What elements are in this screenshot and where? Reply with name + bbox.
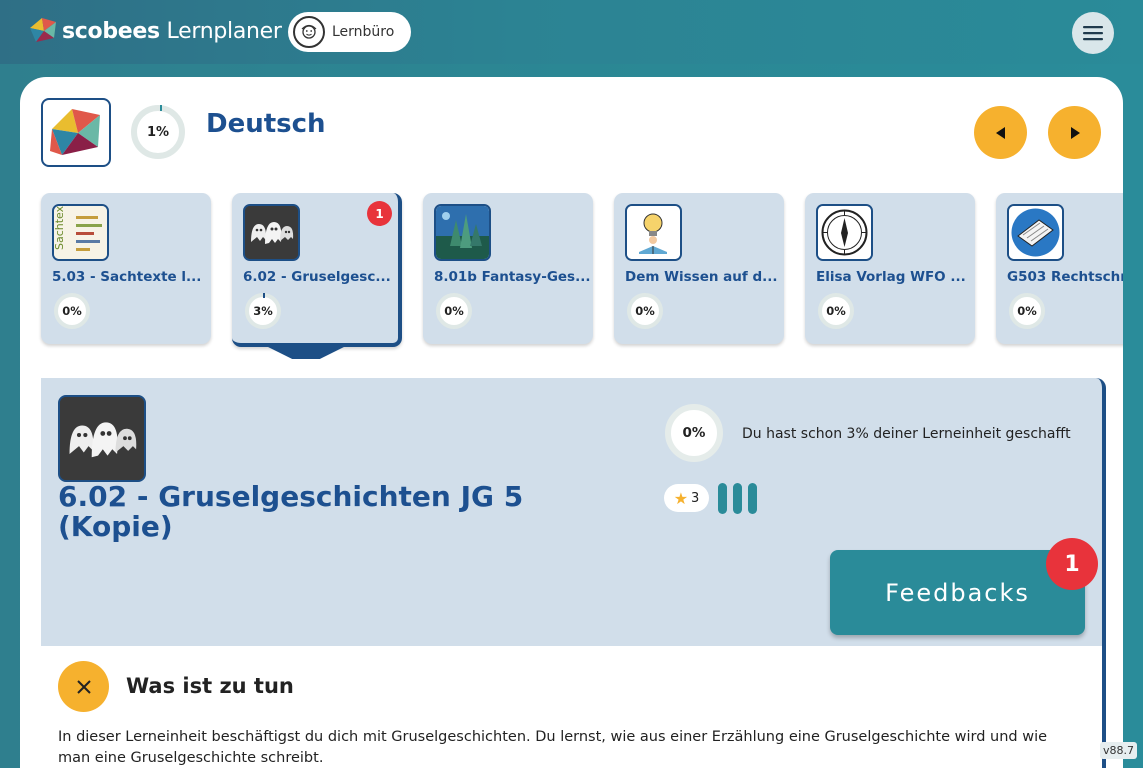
- ghosts-image: [58, 395, 146, 482]
- unit-card-active[interactable]: 1 6.02 - Gruselgesc... 3%: [232, 193, 402, 347]
- collapse-button[interactable]: [58, 661, 109, 712]
- subject-icon: [41, 98, 111, 167]
- lernbuero-button[interactable]: Lernbüro: [288, 12, 411, 52]
- stars-badge: ★ 3: [664, 484, 709, 512]
- star-icon: ★: [673, 488, 689, 508]
- unit-progress-ring: 0%: [1009, 293, 1045, 329]
- level-bar: [748, 483, 757, 514]
- arrow-right-icon: [1070, 126, 1080, 139]
- unit-title: Elisa Vorlag WFO ...: [816, 269, 966, 285]
- keyboard-thumbnail: [1007, 204, 1064, 261]
- unit-detail-panel: 6.02 - Gruselgeschichten JG 5 (Kopie) 0%…: [41, 378, 1106, 646]
- unit-card[interactable]: 8.01b Fantasy-Ges... 0%: [423, 193, 593, 344]
- lernbuero-label: Lernbüro: [332, 24, 395, 40]
- brand-name: scobees Lernplaner: [62, 18, 282, 44]
- unit-progress-ring: 0%: [54, 293, 90, 329]
- unit-title: Dem Wissen auf d...: [625, 269, 778, 285]
- top-bar: scobees Lernplaner Lernbüro: [0, 0, 1143, 64]
- reader-lightbulb-thumbnail: [625, 204, 682, 261]
- unit-title: 6.02 - Gruselgesc...: [243, 269, 391, 285]
- main-card: 1% Deutsch Sachtexte 5.03 - Sachtexte l.…: [20, 77, 1123, 768]
- unit-title-heading: 6.02 - Gruselgeschichten JG 5 (Kopie): [58, 480, 524, 543]
- subject-title: Deutsch: [206, 109, 326, 139]
- previous-button[interactable]: [974, 106, 1027, 159]
- sachtexte-thumbnail: Sachtexte: [52, 204, 109, 261]
- notification-badge: 1: [367, 201, 392, 226]
- progress-text: Du hast schon 3% deiner Lerneinheit gesc…: [742, 426, 1071, 442]
- unit-progress-ring: 0%: [665, 404, 723, 462]
- unit-card[interactable]: Dem Wissen auf d... 0%: [614, 193, 784, 344]
- app-logo[interactable]: scobees Lernplaner: [28, 16, 282, 46]
- unit-title: G503 Rechtschr: [1007, 269, 1123, 285]
- svg-text:Sachtexte: Sachtexte: [54, 206, 66, 250]
- unit-progress-ring: 0%: [436, 293, 472, 329]
- subject-mosaic-icon: [50, 108, 100, 155]
- ghosts-thumbnail: [243, 204, 300, 261]
- task-section: Was ist zu tun In dieser Lerneinheit bes…: [41, 646, 1106, 768]
- hamburger-menu-button[interactable]: [1072, 12, 1114, 54]
- unit-progress-ring: 0%: [818, 293, 854, 329]
- unit-card[interactable]: Elisa Vorlag WFO ... 0%: [805, 193, 975, 344]
- level-bar: [733, 483, 742, 514]
- stars-count: 3: [691, 490, 700, 506]
- unit-title: 5.03 - Sachtexte l...: [52, 269, 202, 285]
- level-bar: [718, 483, 727, 514]
- unit-card[interactable]: G503 Rechtschr 0%: [996, 193, 1123, 344]
- task-title: Was ist zu tun: [126, 674, 294, 698]
- unit-title: 8.01b Fantasy-Ges...: [434, 269, 591, 285]
- learning-units-carousel: Sachtexte 5.03 - Sachtexte l... 0% 1 6.0…: [20, 193, 1123, 363]
- scobees-logo-icon: [30, 18, 56, 42]
- hamburger-icon: [1083, 26, 1103, 41]
- active-unit-pointer: [260, 343, 352, 359]
- task-description: In dieser Lerneinheit beschäftigst du di…: [58, 729, 1048, 766]
- feedback-count-badge: 1: [1046, 538, 1098, 590]
- level-bars: [718, 483, 763, 514]
- compass-thumbnail: [816, 204, 873, 261]
- subject-progress-ring: 1%: [131, 105, 185, 159]
- fantasy-castle-thumbnail: [434, 204, 491, 261]
- unit-card[interactable]: Sachtexte 5.03 - Sachtexte l... 0%: [41, 193, 211, 344]
- next-button[interactable]: [1048, 106, 1101, 159]
- arrow-left-icon: [995, 126, 1005, 139]
- version-label: v88.7: [1100, 742, 1138, 759]
- unit-progress-ring: 0%: [627, 293, 663, 329]
- close-icon: [76, 679, 91, 694]
- unit-progress-ring: 3%: [245, 293, 281, 329]
- avatar-icon: [293, 16, 325, 48]
